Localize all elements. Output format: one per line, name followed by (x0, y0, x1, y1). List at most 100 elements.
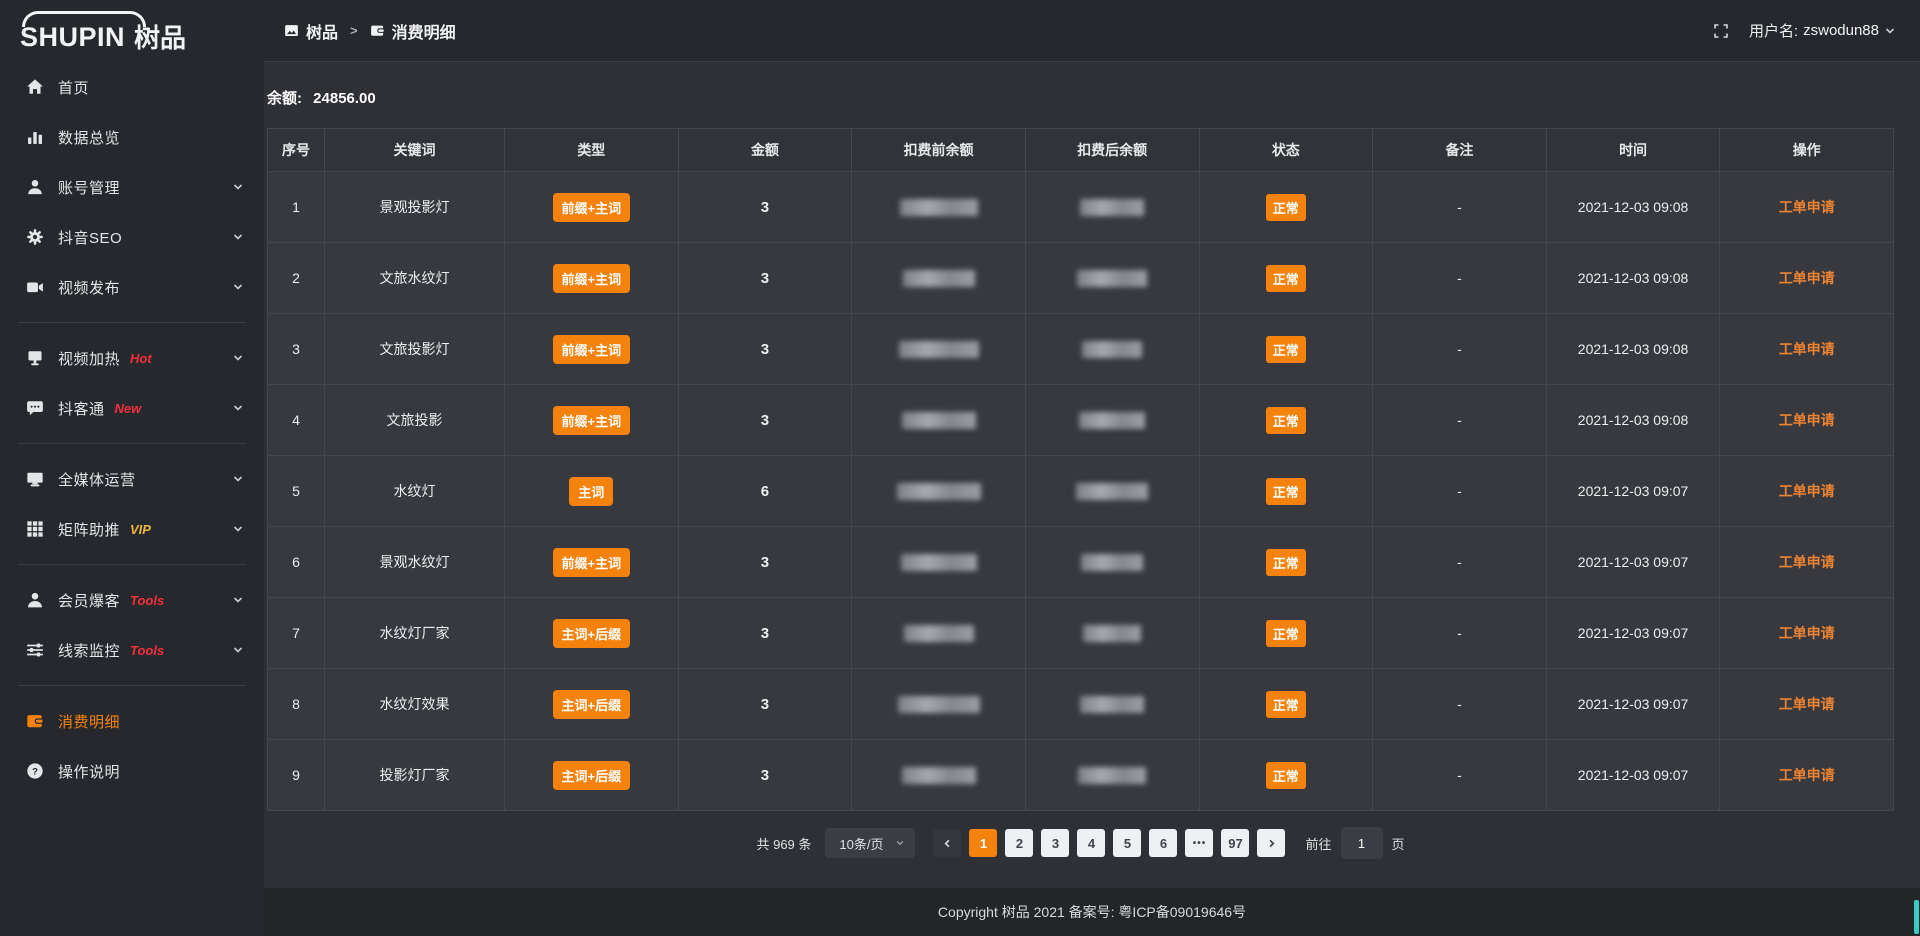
prev-page-button[interactable] (933, 829, 961, 857)
sidebar-item-clue-monitor[interactable]: 线索监控 Tools (0, 625, 264, 675)
cell-status: 正常 (1199, 456, 1373, 527)
sidebar-item-badge: Hot (130, 351, 152, 366)
cell-balance-before (852, 243, 1026, 314)
cell-remark: - (1373, 172, 1547, 243)
cell-status: 正常 (1199, 385, 1373, 456)
page-button-97[interactable]: 97 (1221, 829, 1249, 857)
sidebar-item-matrix-boost[interactable]: 矩阵助推VIP (0, 504, 264, 554)
jump-suffix: 页 (1392, 834, 1405, 853)
table-row: 8水纹灯效果主词+后缀3正常-2021-12-03 09:07工单申请 (268, 669, 1894, 740)
redacted-value (1080, 199, 1144, 216)
sidebar-item-home[interactable]: 首页 (0, 62, 264, 112)
sidebar-item-douketong[interactable]: 抖客通New (0, 383, 264, 433)
cell-remark: - (1373, 456, 1547, 527)
work-order-link[interactable]: 工单申请 (1779, 625, 1835, 641)
sidebar-item-label: 账号管理 (58, 177, 120, 198)
page-button-1[interactable]: 1 (969, 829, 997, 857)
sidebar-item-label: 抖客通 (58, 398, 105, 419)
footer: Copyright 树品 2021 备案号: 粤ICP备09019646号 (264, 888, 1920, 936)
sidebar-divider (18, 443, 246, 444)
work-order-link[interactable]: 工单申请 (1779, 767, 1835, 783)
sidebar-item-media-ops[interactable]: 全媒体运营 (0, 454, 264, 504)
more-pages-button[interactable]: ••• (1185, 829, 1213, 857)
work-order-link[interactable]: 工单申请 (1779, 412, 1835, 428)
redacted-value (1083, 625, 1141, 642)
column-header: 扣费后余额 (1025, 129, 1199, 172)
sidebar-item-badge: Tools (130, 643, 164, 658)
work-order-link[interactable]: 工单申请 (1779, 554, 1835, 570)
redacted-value (1076, 483, 1148, 500)
gear-icon (26, 228, 44, 246)
monitor-icon (26, 470, 44, 488)
sidebar-item-video-publish[interactable]: 视频发布 (0, 262, 264, 312)
cell-balance-after (1025, 598, 1199, 669)
page-button-5[interactable]: 5 (1113, 829, 1141, 857)
type-badge: 前缀+主词 (553, 193, 631, 222)
sidebar-item-data-overview[interactable]: 数据总览 (0, 112, 264, 162)
sidebar-item-label: 数据总览 (58, 127, 120, 148)
page-size-select[interactable]: 10条/页 (825, 828, 915, 858)
sidebar-item-douyin-seo[interactable]: 抖音SEO (0, 212, 264, 262)
sidebar-item-label: 线索监控 (58, 640, 120, 661)
grid-icon (26, 520, 44, 538)
next-page-button[interactable] (1257, 829, 1285, 857)
work-order-link[interactable]: 工单申请 (1779, 270, 1835, 286)
sidebar-item-consumption[interactable]: 消费明细 (0, 696, 264, 746)
status-badge: 正常 (1266, 691, 1306, 718)
work-order-link[interactable]: 工单申请 (1779, 483, 1835, 499)
page-button-2[interactable]: 2 (1005, 829, 1033, 857)
sidebar-item-video-heat[interactable]: 视频加热 Hot (0, 333, 264, 383)
type-badge: 前缀+主词 (553, 406, 631, 435)
work-order-link[interactable]: 工单申请 (1779, 199, 1835, 215)
chat-icon (26, 399, 44, 417)
sidebar-menu: 首页数据总览账号管理抖音SEO视频发布视频加热 Hot 抖客通New 全媒体运营矩阵助… (0, 62, 264, 936)
cell-balance-before (852, 669, 1026, 740)
content: 余额: 24856.00 序号关键词类型金额扣费前余额扣费后余额状态备注时间操作… (264, 62, 1920, 888)
cell-type: 主词+后缀 (505, 598, 679, 669)
breadcrumb-item[interactable]: 树品 (284, 19, 338, 43)
cell-action: 工单申请 (1720, 385, 1894, 456)
logo-text: SHUPIN (20, 24, 125, 51)
breadcrumb-item[interactable]: 消费明细 (370, 19, 456, 43)
sidebar-item-label: 视频加热 (58, 348, 120, 369)
sidebar-item-account[interactable]: 账号管理 (0, 162, 264, 212)
cell-time: 2021-12-03 09:07 (1546, 669, 1720, 740)
sidebar-item-help[interactable]: ?操作说明 (0, 746, 264, 796)
cell-index: 3 (268, 314, 325, 385)
type-badge: 主词+后缀 (553, 690, 631, 719)
page-button-3[interactable]: 3 (1041, 829, 1069, 857)
chevron-down-icon (232, 402, 244, 414)
sidebar-item-member-baoke[interactable]: 会员爆客Tools (0, 575, 264, 625)
cell-status: 正常 (1199, 669, 1373, 740)
type-badge: 主词+后缀 (553, 619, 631, 648)
chevron-down-icon (232, 181, 244, 193)
chevron-down-icon (232, 231, 244, 243)
dashboard-icon (284, 23, 299, 38)
sidebar-item-label: 全媒体运营 (58, 469, 136, 490)
cell-amount: 3 (678, 314, 852, 385)
jump-page-input[interactable] (1341, 827, 1383, 859)
sidebar-divider (18, 322, 246, 323)
user-icon (26, 178, 44, 196)
wallet-icon (370, 23, 385, 38)
cell-remark: - (1373, 740, 1547, 811)
column-header: 关键词 (325, 129, 505, 172)
page-button-4[interactable]: 4 (1077, 829, 1105, 857)
column-header: 扣费前余额 (852, 129, 1026, 172)
cell-amount: 3 (678, 598, 852, 669)
fullscreen-icon[interactable] (1713, 23, 1729, 39)
page-button-6[interactable]: 6 (1149, 829, 1177, 857)
work-order-link[interactable]: 工单申请 (1779, 696, 1835, 712)
cell-remark: - (1373, 598, 1547, 669)
work-order-link[interactable]: 工单申请 (1779, 341, 1835, 357)
user-menu[interactable]: 用户名: zswodun88 (1749, 20, 1896, 41)
app-logo: SHUPIN 树品 (0, 0, 264, 62)
cell-time: 2021-12-03 09:08 (1546, 243, 1720, 314)
cell-index: 6 (268, 527, 325, 598)
cell-action: 工单申请 (1720, 527, 1894, 598)
cell-type: 前缀+主词 (505, 527, 679, 598)
scrollbar-thumb[interactable] (1914, 900, 1919, 934)
screen-icon (26, 349, 44, 367)
cell-balance-after (1025, 243, 1199, 314)
chevron-down-icon (232, 352, 244, 364)
